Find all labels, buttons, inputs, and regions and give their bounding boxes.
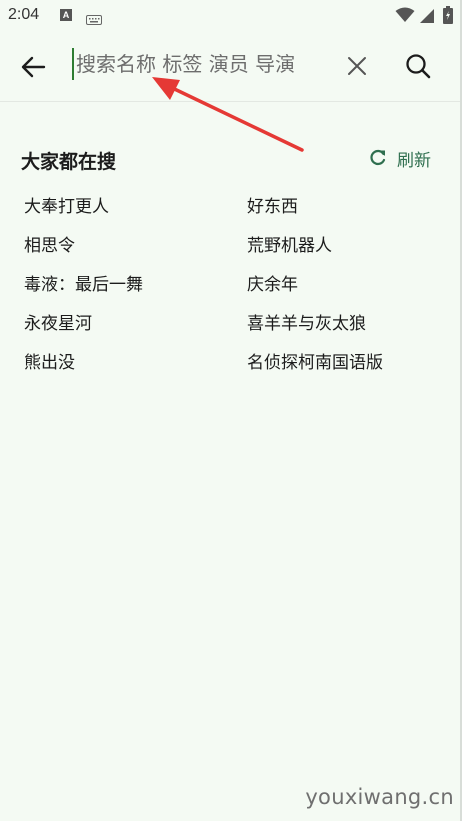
hot-search-item[interactable]: 大奉打更人 xyxy=(24,192,247,231)
hot-search-list: 大奉打更人 好东西 相思令 荒野机器人 毒液：最后一舞 庆余年 永夜星河 喜羊羊… xyxy=(24,192,444,387)
refresh-button[interactable]: 刷新 xyxy=(368,146,431,171)
clear-button[interactable] xyxy=(343,52,371,80)
hot-search-item[interactable]: 喜羊羊与灰太狼 xyxy=(247,309,444,348)
search-button[interactable] xyxy=(402,50,434,82)
hot-search-item[interactable]: 好东西 xyxy=(247,192,444,231)
watermark: youxiwang.cn xyxy=(305,785,454,809)
hot-search-item[interactable]: 永夜星河 xyxy=(24,309,247,348)
annotation-arrow xyxy=(152,77,304,152)
refresh-icon xyxy=(370,149,386,166)
wifi-icon xyxy=(395,7,415,27)
status-bar: 2:04 A xyxy=(0,0,462,32)
keyboard-icon xyxy=(86,10,102,29)
search-icon xyxy=(406,54,431,79)
hot-search-title: 大家都在搜 xyxy=(21,151,117,173)
hot-search-item[interactable]: 熊出没 xyxy=(24,348,247,387)
hot-search-item[interactable]: 相思令 xyxy=(24,231,247,270)
hot-search-item[interactable]: 荒野机器人 xyxy=(247,231,444,270)
hot-search-item[interactable]: 庆余年 xyxy=(247,270,444,309)
hot-search-item[interactable]: 毒液：最后一舞 xyxy=(24,270,247,309)
text-a-icon: A xyxy=(60,9,72,21)
status-time: 2:04 xyxy=(8,6,40,23)
signal-icon xyxy=(419,8,435,28)
close-icon xyxy=(348,57,366,75)
back-button[interactable] xyxy=(18,52,54,82)
refresh-label: 刷新 xyxy=(397,150,431,171)
arrow-left-icon xyxy=(21,56,46,78)
hot-search-item[interactable]: 名侦探柯南国语版 xyxy=(247,348,444,387)
battery-icon xyxy=(443,6,453,28)
